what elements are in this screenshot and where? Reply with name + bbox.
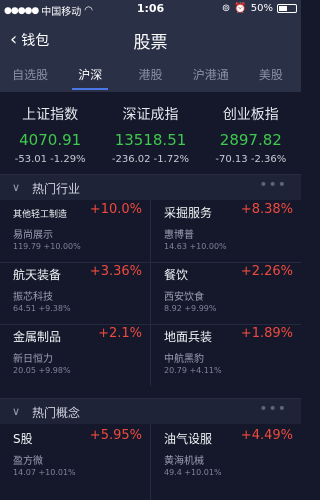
concept-name: 油气设服 bbox=[164, 432, 213, 446]
leading-stock-name: 易尚展示 bbox=[13, 230, 53, 241]
market-tabs: 自选股 沪深 港股 沪港通 美股 bbox=[0, 62, 301, 92]
section-header-hot-concepts[interactable]: ∨ 热门概念 ••• bbox=[0, 398, 301, 424]
navigation-bar: ‹ 钱包 股票 bbox=[0, 18, 301, 62]
chevron-down-icon: ∨ bbox=[12, 181, 21, 194]
leading-stock-change: 20.05 +9.98% bbox=[13, 366, 71, 375]
hot-concepts-grid: S股 +5.95% 盈方微 14.07 +10.01% 油气设服 +4.49% … bbox=[0, 424, 301, 500]
page-title: 股票 bbox=[133, 33, 168, 53]
tab-hong-kong[interactable]: 港股 bbox=[120, 62, 180, 92]
industry-change: +2.1% bbox=[98, 326, 142, 341]
concept-name: S股 bbox=[13, 432, 33, 446]
leading-stock-name: 中航黑豹 bbox=[164, 354, 204, 365]
industry-name: 金属制品 bbox=[13, 330, 62, 344]
section-header-hot-industries[interactable]: ∨ 热门行业 ••• bbox=[0, 174, 301, 200]
more-icon[interactable]: ••• bbox=[259, 177, 287, 193]
chevron-down-icon: ∨ bbox=[12, 405, 21, 418]
hot-industries-grid: 其他轻工制造 +10.0% 易尚展示 119.79 +10.00% 采掘服务 +… bbox=[0, 200, 301, 386]
leading-stock-name: 新日恒力 bbox=[13, 354, 53, 365]
index-name: 深证成指 bbox=[122, 107, 179, 123]
industry-name: 地面兵装 bbox=[164, 330, 213, 344]
rotation-lock-icon: ⊚ bbox=[221, 3, 231, 14]
index-change: -53.01 -1.29% bbox=[14, 154, 86, 165]
battery-icon bbox=[277, 4, 297, 13]
industry-change: +1.89% bbox=[240, 326, 293, 341]
index-name: 上证指数 bbox=[22, 107, 79, 123]
industry-name: 其他轻工制造 bbox=[13, 210, 68, 220]
industry-name: 采掘服务 bbox=[164, 206, 213, 220]
leading-stock-change: 14.07 +10.01% bbox=[13, 468, 76, 477]
industry-card[interactable]: 餐饮 +2.26% 西安饮食 8.92 +9.99% bbox=[151, 262, 301, 324]
industry-name: 餐饮 bbox=[164, 268, 189, 282]
leading-stock-name: 惠博普 bbox=[164, 230, 194, 241]
index-shanghai[interactable]: 上证指数 4070.91 -53.01 -1.29% bbox=[0, 92, 100, 174]
concept-card[interactable]: 油气设服 +4.49% 黄海机械 49.4 +10.01% bbox=[151, 426, 301, 488]
concept-card[interactable]: S股 +5.95% 盈方微 14.07 +10.01% bbox=[0, 426, 150, 488]
more-icon[interactable]: ••• bbox=[259, 401, 287, 417]
tab-stock-connect[interactable]: 沪港通 bbox=[181, 62, 241, 92]
industry-card[interactable]: 采掘服务 +8.38% 惠博普 14.63 +10.00% bbox=[151, 200, 301, 262]
leading-stock-change: 14.63 +10.00% bbox=[164, 242, 227, 251]
tab-shanghai-shenzhen[interactable]: 沪深 bbox=[60, 62, 120, 92]
index-change: -236.02 -1.72% bbox=[111, 154, 190, 165]
leading-stock-name: 西安饮食 bbox=[164, 292, 204, 303]
industry-card[interactable]: 金属制品 +2.1% 新日恒力 20.05 +9.98% bbox=[0, 324, 150, 386]
industry-card[interactable]: 地面兵装 +1.89% 中航黑豹 20.79 +4.11% bbox=[151, 324, 301, 386]
leading-stock-name: 黄海机械 bbox=[164, 456, 204, 467]
tab-us-stocks[interactable]: 美股 bbox=[241, 62, 301, 92]
industry-card[interactable]: 其他轻工制造 +10.0% 易尚展示 119.79 +10.00% bbox=[0, 200, 150, 262]
leading-stock-name: 盈方微 bbox=[13, 456, 43, 467]
alarm-icon: ⏰ bbox=[234, 3, 247, 14]
industry-name: 航天装备 bbox=[13, 268, 62, 282]
battery-percent: 50% bbox=[250, 3, 273, 14]
index-summary: 上证指数 4070.91 -53.01 -1.29% 深证成指 13518.51… bbox=[0, 92, 301, 174]
industry-change: +2.26% bbox=[240, 264, 293, 279]
index-change: -70.13 -2.36% bbox=[215, 154, 287, 165]
leading-stock-change: 119.79 +10.00% bbox=[13, 242, 81, 251]
index-name: 创业板指 bbox=[222, 107, 279, 123]
concept-change: +4.49% bbox=[240, 428, 293, 443]
industry-change: +3.36% bbox=[89, 264, 142, 279]
section-title: 热门行业 bbox=[32, 182, 81, 196]
index-value: 13518.51 bbox=[114, 131, 187, 149]
industry-change: +10.0% bbox=[89, 202, 142, 217]
industry-card[interactable]: 航天装备 +3.36% 振芯科技 64.51 +9.38% bbox=[0, 262, 150, 324]
leading-stock-name: 振芯科技 bbox=[13, 292, 53, 303]
index-value: 4070.91 bbox=[19, 131, 82, 149]
section-title: 热门概念 bbox=[32, 406, 81, 420]
status-bar: ●●●●● 中国移动 ◠ 1:06 ⊚ ⏰ 50% bbox=[0, 0, 301, 18]
index-value: 2897.82 bbox=[219, 131, 282, 149]
industry-change: +8.38% bbox=[240, 202, 293, 217]
concept-change: +5.95% bbox=[89, 428, 142, 443]
index-chinext[interactable]: 创业板指 2897.82 -70.13 -2.36% bbox=[201, 92, 301, 174]
tab-watchlist[interactable]: 自选股 bbox=[0, 62, 60, 92]
index-shenzhen[interactable]: 深证成指 13518.51 -236.02 -1.72% bbox=[100, 92, 200, 174]
leading-stock-change: 64.51 +9.38% bbox=[13, 304, 71, 313]
leading-stock-change: 49.4 +10.01% bbox=[164, 468, 222, 477]
leading-stock-change: 20.79 +4.11% bbox=[164, 366, 222, 375]
leading-stock-change: 8.92 +9.99% bbox=[164, 304, 217, 313]
